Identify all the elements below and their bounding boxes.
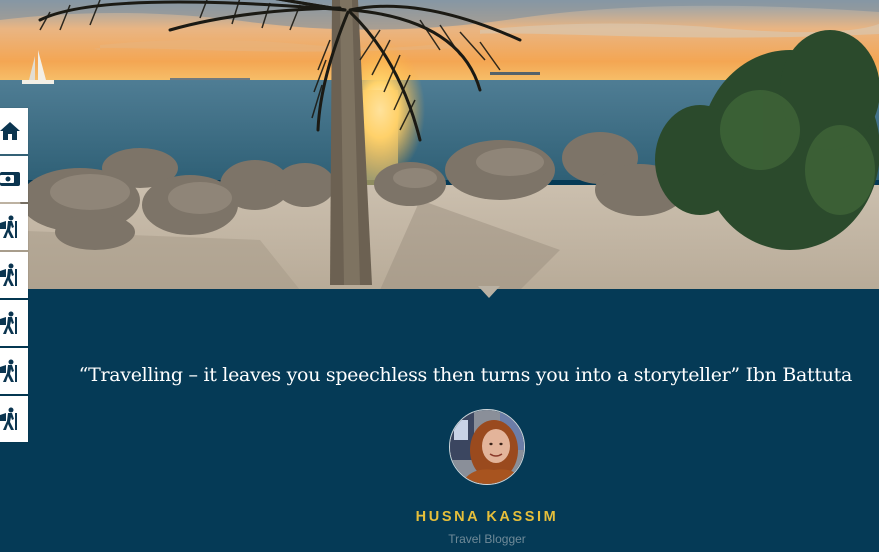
sidebar-item-hiker-1[interactable] <box>0 204 28 250</box>
sidebar-item-card[interactable] <box>0 156 28 202</box>
hiker-icon <box>0 215 17 238</box>
hiker-icon <box>0 407 17 430</box>
testimonial-quote: “Travelling – it leaves you speechless t… <box>78 364 853 386</box>
sidebar-item-hiker-3[interactable] <box>0 300 28 346</box>
sidebar-item-home[interactable] <box>0 108 28 154</box>
hiker-icon <box>0 263 17 286</box>
home-icon <box>0 122 20 140</box>
author-name: HUSNA KASSIM <box>415 509 559 525</box>
section-notch <box>478 286 500 298</box>
sidebar-item-hiker-2[interactable] <box>0 252 28 298</box>
hiker-icon <box>0 359 17 382</box>
social-sidebar <box>0 108 28 442</box>
sidebar-item-hiker-4[interactable] <box>0 348 28 394</box>
hero-image <box>0 0 879 290</box>
sidebar-item-hiker-5[interactable] <box>0 396 28 442</box>
id-card-icon <box>0 172 20 186</box>
author-role: Travel Blogger <box>448 532 526 546</box>
hiker-icon <box>0 311 17 334</box>
avatar <box>449 409 525 485</box>
